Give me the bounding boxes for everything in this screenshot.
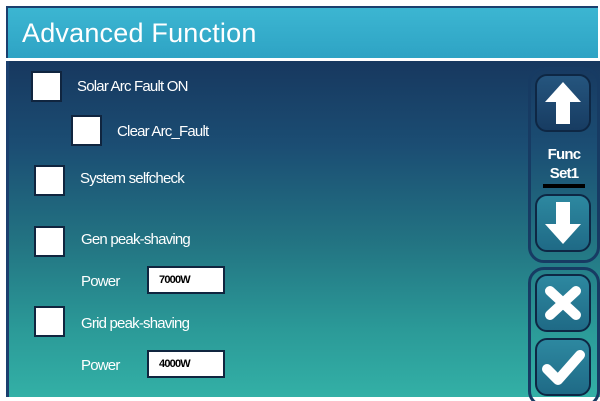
arrow-down-icon <box>545 202 581 244</box>
check-icon <box>542 350 585 385</box>
action-group <box>528 267 600 401</box>
system-selfcheck-label: System selfcheck <box>80 170 185 187</box>
system-selfcheck-checkbox[interactable] <box>34 165 65 196</box>
close-icon <box>545 286 581 320</box>
page-up-button[interactable] <box>535 74 591 132</box>
page-title: Advanced Function <box>22 18 257 48</box>
grid-peak-shaving-checkbox[interactable] <box>34 306 65 337</box>
gen-power-input[interactable]: 7000W <box>147 266 225 294</box>
arrow-up-icon <box>545 82 581 124</box>
grid-peak-shaving-label: Grid peak-shaving <box>81 315 190 332</box>
func-label-line2: Set1 <box>549 165 579 182</box>
grid-power-input[interactable]: 4000W <box>147 350 225 378</box>
page-down-button[interactable] <box>535 194 591 252</box>
solar-arc-fault-label: Solar Arc Fault ON <box>77 78 188 95</box>
advanced-function-screen: Advanced Function Solar Arc Fault ON Cle… <box>0 0 600 401</box>
gen-peak-shaving-label: Gen peak-shaving <box>81 231 191 248</box>
confirm-button[interactable] <box>535 338 591 396</box>
settings-panel: Solar Arc Fault ON Clear Arc_Fault Syste… <box>6 61 600 401</box>
gen-peak-shaving-checkbox[interactable] <box>34 226 65 257</box>
func-underline <box>543 184 585 188</box>
header-bar: Advanced Function <box>6 6 598 58</box>
solar-arc-fault-checkbox[interactable] <box>31 71 62 102</box>
clear-arc-fault-checkbox[interactable] <box>71 115 102 146</box>
clear-arc-fault-label: Clear Arc_Fault <box>117 123 209 140</box>
func-label-line1: Func <box>547 146 581 163</box>
cancel-button[interactable] <box>535 274 591 332</box>
page-nav-group: Func Set1 <box>528 67 600 263</box>
gen-power-label: Power <box>81 273 120 290</box>
grid-power-label: Power <box>81 357 120 374</box>
